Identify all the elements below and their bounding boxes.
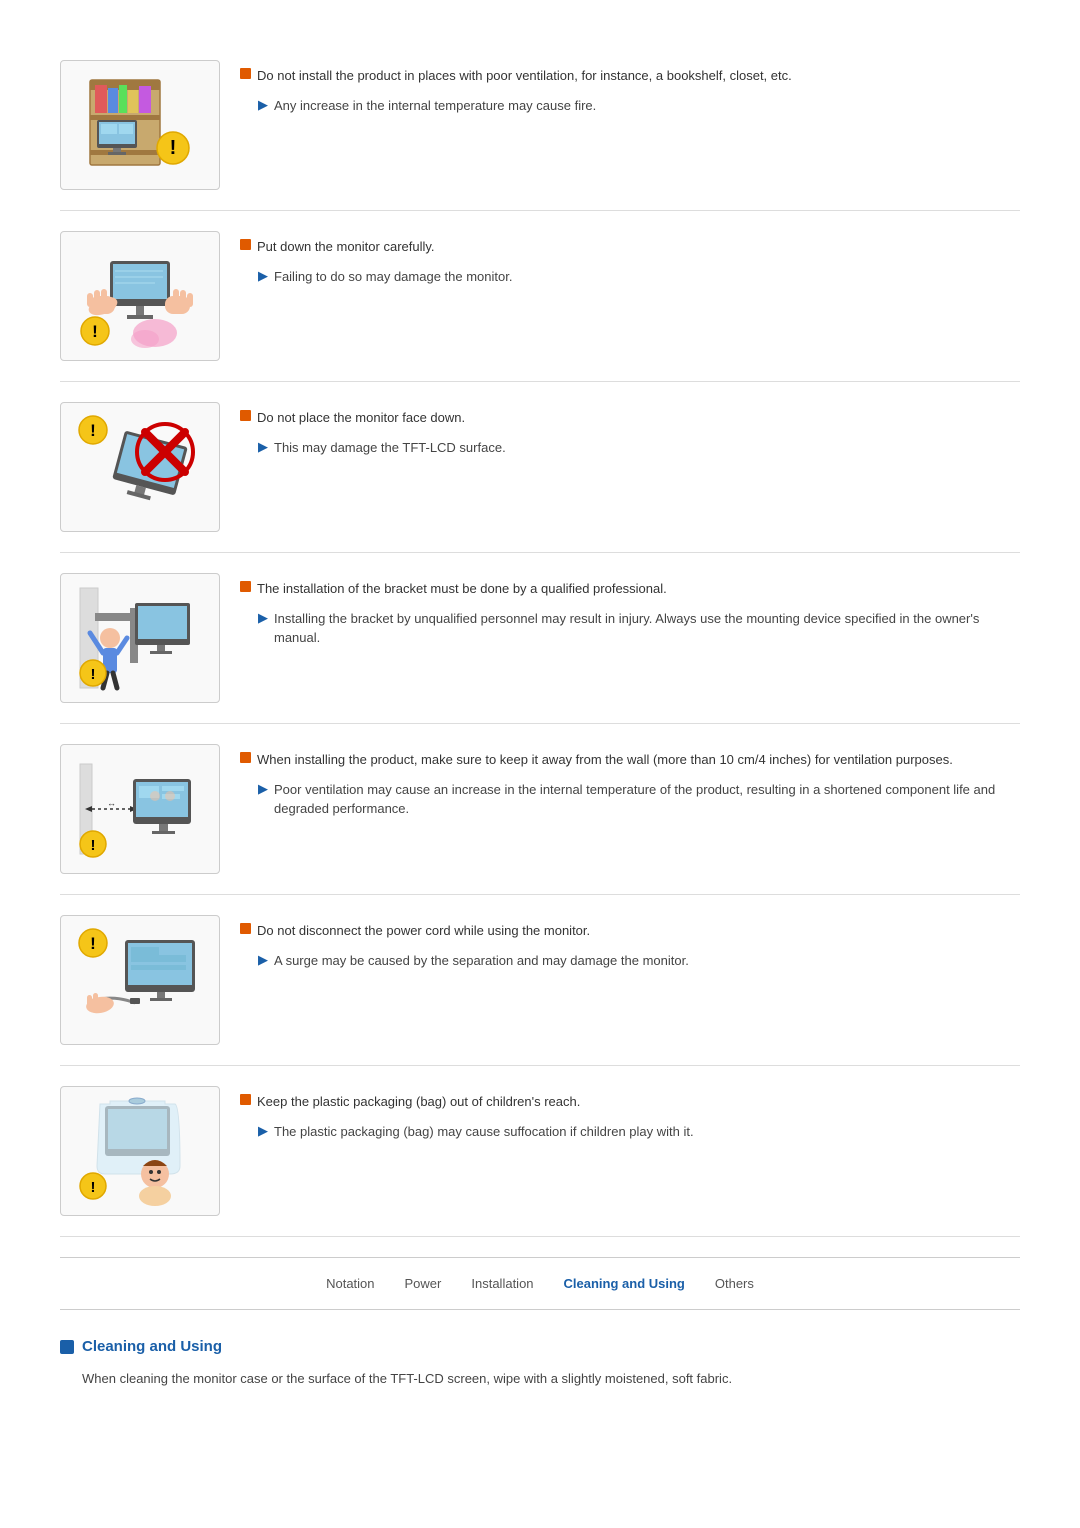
section-5: ! ↔ When installing the product, make su… xyxy=(60,724,1020,895)
section-2-sub-text: Failing to do so may damage the monitor. xyxy=(274,267,512,287)
section-1-sub-text: Any increase in the internal temperature… xyxy=(274,96,596,116)
bullet-icon-4 xyxy=(240,581,251,592)
section-1-content: Do not install the product in places wit… xyxy=(240,60,1020,121)
nav-notation[interactable]: Notation xyxy=(326,1276,374,1291)
nav-bar: Notation Power Installation Cleaning and… xyxy=(60,1257,1020,1310)
nav-others[interactable]: Others xyxy=(715,1276,754,1291)
bullet-icon-1 xyxy=(240,68,251,79)
bookshelf-ventilation-icon: ! xyxy=(60,60,220,190)
section-7-sub-text: The plastic packaging (bag) may cause su… xyxy=(274,1122,694,1142)
svg-text:!: ! xyxy=(90,421,96,440)
power-cord-icon: ! xyxy=(60,915,220,1045)
svg-text:!: ! xyxy=(170,137,177,159)
svg-text:!: ! xyxy=(91,1179,96,1196)
svg-text:!: ! xyxy=(91,666,96,683)
section-7-content: Keep the plastic packaging (bag) out of … xyxy=(240,1086,1020,1147)
section-6-sub: ▶ A surge may be caused by the separatio… xyxy=(258,951,1020,971)
section-6-main-text: Do not disconnect the power cord while u… xyxy=(257,921,590,941)
svg-text:!: ! xyxy=(91,837,96,854)
arrow-icon-4: ▶ xyxy=(258,610,268,626)
section-4-sub-text: Installing the bracket by unqualified pe… xyxy=(274,609,1020,648)
plastic-bag-icon: ! xyxy=(60,1086,220,1216)
cleaning-section-icon xyxy=(60,1340,74,1354)
svg-text:↔: ↔ xyxy=(107,798,116,808)
cleaning-section-text: When cleaning the monitor case or the su… xyxy=(82,1371,732,1386)
section-4-content: The installation of the bracket must be … xyxy=(240,573,1020,654)
section-7-main: Keep the plastic packaging (bag) out of … xyxy=(240,1092,1020,1112)
section-6-sub-text: A surge may be caused by the separation … xyxy=(274,951,689,971)
bullet-icon-5 xyxy=(240,752,251,763)
section-2-sub: ▶ Failing to do so may damage the monito… xyxy=(258,267,1020,287)
section-5-main-text: When installing the product, make sure t… xyxy=(257,750,953,770)
nav-cleaning-and-using[interactable]: Cleaning and Using xyxy=(564,1276,685,1291)
section-7-sub: ▶ The plastic packaging (bag) may cause … xyxy=(258,1122,1020,1142)
section-6-content: Do not disconnect the power cord while u… xyxy=(240,915,1020,976)
section-1-main-text: Do not install the product in places wit… xyxy=(257,66,792,86)
section-1: ! Do not install the product in places w… xyxy=(60,40,1020,211)
section-4-main: The installation of the bracket must be … xyxy=(240,579,1020,599)
section-2-content: Put down the monitor carefully. ▶ Failin… xyxy=(240,231,1020,292)
section-3-sub-text: This may damage the TFT-LCD surface. xyxy=(274,438,506,458)
arrow-icon-5: ▶ xyxy=(258,781,268,797)
bullet-icon-6 xyxy=(240,923,251,934)
section-2-main: Put down the monitor carefully. xyxy=(240,237,1020,257)
section-5-content: When installing the product, make sure t… xyxy=(240,744,1020,825)
section-2-main-text: Put down the monitor carefully. xyxy=(257,237,435,257)
section-4-main-text: The installation of the bracket must be … xyxy=(257,579,667,599)
page: ! Do not install the product in places w… xyxy=(0,0,1080,1430)
section-1-sub: ▶ Any increase in the internal temperatu… xyxy=(258,96,1020,116)
nav-installation[interactable]: Installation xyxy=(471,1276,533,1291)
section-3-sub: ▶ This may damage the TFT-LCD surface. xyxy=(258,438,1020,458)
cleaning-section-title: Cleaning and Using xyxy=(82,1338,222,1355)
arrow-icon-7: ▶ xyxy=(258,1123,268,1139)
section-2: ! Put down the monitor carefully. ▶ Fail… xyxy=(60,211,1020,382)
section-7-main-text: Keep the plastic packaging (bag) out of … xyxy=(257,1092,580,1112)
section-6-main: Do not disconnect the power cord while u… xyxy=(240,921,1020,941)
section-4: ! The installation of the bracket must b… xyxy=(60,553,1020,724)
bullet-icon-2 xyxy=(240,239,251,250)
section-5-sub-text: Poor ventilation may cause an increase i… xyxy=(274,780,1020,819)
section-4-sub: ▶ Installing the bracket by unqualified … xyxy=(258,609,1020,648)
section-3-content: Do not place the monitor face down. ▶ Th… xyxy=(240,402,1020,463)
section-3-main: Do not place the monitor face down. xyxy=(240,408,1020,428)
wall-distance-icon: ! ↔ xyxy=(60,744,220,874)
monitor-facedown-icon: ! xyxy=(60,402,220,532)
arrow-icon-3: ▶ xyxy=(258,439,268,455)
svg-text:!: ! xyxy=(92,322,98,341)
section-7: ! Keep the plastic packaging (bag) out o… xyxy=(60,1066,1020,1237)
arrow-icon-2: ▶ xyxy=(258,268,268,284)
arrow-icon-6: ▶ xyxy=(258,952,268,968)
cleaning-section-header: Cleaning and Using xyxy=(60,1338,1020,1355)
section-5-main: When installing the product, make sure t… xyxy=(240,750,1020,770)
nav-power[interactable]: Power xyxy=(405,1276,442,1291)
section-6: ! xyxy=(60,895,1020,1066)
arrow-icon-1: ▶ xyxy=(258,97,268,113)
section-3: ! Do not place the monitor face down. xyxy=(60,382,1020,553)
cleaning-section-body: When cleaning the monitor case or the su… xyxy=(82,1369,1020,1390)
section-3-main-text: Do not place the monitor face down. xyxy=(257,408,465,428)
bullet-icon-7 xyxy=(240,1094,251,1105)
section-1-main: Do not install the product in places wit… xyxy=(240,66,1020,86)
section-5-sub: ▶ Poor ventilation may cause an increase… xyxy=(258,780,1020,819)
monitor-careful-icon: ! xyxy=(60,231,220,361)
bullet-icon-3 xyxy=(240,410,251,421)
bracket-installation-icon: ! xyxy=(60,573,220,703)
svg-text:!: ! xyxy=(90,934,96,953)
